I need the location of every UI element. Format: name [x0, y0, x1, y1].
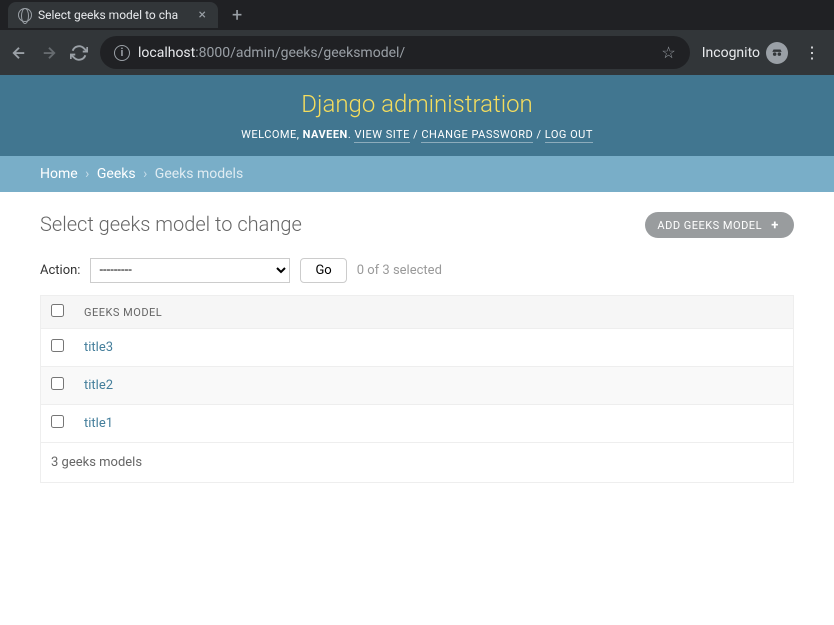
go-button[interactable]: Go [300, 258, 346, 283]
info-icon[interactable]: i [114, 45, 130, 61]
browser-menu-icon[interactable]: ⋮ [800, 43, 824, 62]
back-icon[interactable] [10, 44, 28, 62]
add-geeks-model-button[interactable]: ADD GEEKS MODEL + [645, 212, 794, 238]
row-link[interactable]: title2 [84, 378, 113, 393]
address-bar[interactable]: i localhost:8000/admin/geeks/geeksmodel/… [100, 36, 690, 69]
close-icon[interactable]: × [197, 7, 208, 23]
change-password-link[interactable]: CHANGE PASSWORD [421, 128, 533, 143]
tab-title: Select geeks model to cha [38, 8, 191, 22]
view-site-link[interactable]: VIEW SITE [354, 128, 409, 143]
table-row: title3 [41, 329, 793, 367]
browser-chrome: Select geeks model to cha × + i localhos… [0, 0, 834, 75]
plus-icon: + [768, 218, 782, 232]
breadcrumb-separator: › [81, 166, 93, 182]
breadcrumb-current: Geeks models [155, 166, 243, 182]
row-link[interactable]: title1 [84, 416, 113, 431]
django-header: Django administration WELCOME, NAVEEN. V… [0, 75, 834, 156]
incognito-icon [766, 42, 788, 64]
reload-icon[interactable] [70, 44, 88, 62]
add-button-label: ADD GEEKS MODEL [657, 219, 762, 232]
browser-tab[interactable]: Select geeks model to cha × [8, 2, 218, 28]
table-row: title2 [41, 367, 793, 405]
incognito-indicator: Incognito [702, 42, 788, 64]
action-label: Action: [40, 263, 80, 278]
actions-bar: Action: --------- Go 0 of 3 selected [40, 258, 794, 283]
welcome-text: WELCOME, [241, 128, 303, 141]
breadcrumb-separator: › [139, 166, 151, 182]
separator-slash: / [533, 128, 545, 141]
username: NAVEEN [303, 128, 348, 141]
table-row: title1 [41, 405, 793, 443]
select-all-header [41, 296, 74, 329]
paginator: 3 geeks models [41, 443, 793, 482]
bookmark-star-icon[interactable]: ☆ [661, 43, 675, 62]
new-tab-button[interactable]: + [218, 5, 256, 26]
globe-icon [18, 8, 32, 22]
action-select[interactable]: --------- [90, 258, 290, 283]
page-title: Select geeks model to change [40, 212, 302, 236]
tab-bar: Select geeks model to cha × + [0, 0, 834, 30]
branding-title: Django administration [40, 90, 794, 118]
incognito-label: Incognito [702, 45, 760, 61]
browser-toolbar: i localhost:8000/admin/geeks/geeksmodel/… [0, 30, 834, 75]
results-table-container: GEEKS MODEL title3 title2 title1 3 geeks… [40, 295, 794, 483]
forward-icon [40, 44, 58, 62]
content: Select geeks model to change ADD GEEKS M… [0, 192, 834, 503]
column-header-geeks-model[interactable]: GEEKS MODEL [74, 296, 793, 329]
row-checkbox[interactable] [51, 415, 64, 428]
row-link[interactable]: title3 [84, 340, 113, 355]
separator-slash: / [410, 128, 422, 141]
selection-counter: 0 of 3 selected [357, 263, 442, 278]
breadcrumb: Home › Geeks › Geeks models [0, 156, 834, 192]
breadcrumb-home[interactable]: Home [40, 166, 78, 182]
row-checkbox[interactable] [51, 377, 64, 390]
user-tools: WELCOME, NAVEEN. VIEW SITE / CHANGE PASS… [40, 128, 794, 141]
breadcrumb-app[interactable]: Geeks [97, 166, 136, 182]
select-all-checkbox[interactable] [51, 304, 64, 317]
content-header: Select geeks model to change ADD GEEKS M… [40, 212, 794, 238]
url-text: localhost:8000/admin/geeks/geeksmodel/ [138, 45, 653, 61]
results-table: GEEKS MODEL title3 title2 title1 [41, 296, 793, 443]
logout-link[interactable]: LOG OUT [545, 128, 593, 143]
row-checkbox[interactable] [51, 339, 64, 352]
